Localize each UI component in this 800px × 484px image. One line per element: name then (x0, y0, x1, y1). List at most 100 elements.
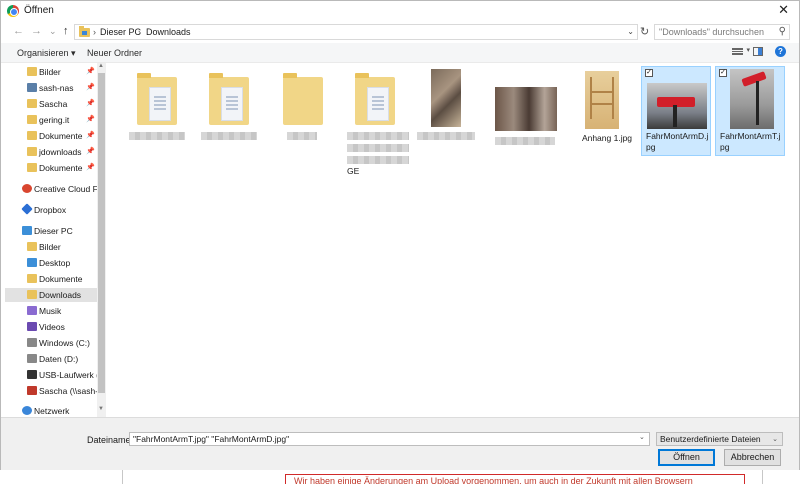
sidebar-item-dropbox[interactable]: Dropbox (5, 203, 97, 217)
sidebar-item-gering-it[interactable]: gering.it 📌 (5, 113, 97, 127)
chrome-icon (7, 5, 19, 17)
breadcrumb-separator: › (93, 27, 96, 37)
sidebar-item-sascha-network[interactable]: Sascha (\\sash-n (5, 384, 97, 398)
sidebar-item-daten-d[interactable]: Daten (D:) (5, 352, 97, 366)
sidebar-item-label: Dieser PC (34, 226, 73, 236)
file-item-folder[interactable] (199, 69, 267, 149)
image-thumbnail (647, 83, 707, 129)
address-bar[interactable]: › Dieser PC › Downloads ⌄ (74, 24, 638, 40)
search-input[interactable]: "Downloads" durchsuchen ⚲ (654, 24, 790, 40)
forward-arrow-icon[interactable]: → (31, 25, 42, 37)
downloads-folder-icon (79, 26, 90, 37)
refresh-icon[interactable]: ↻ (640, 25, 649, 38)
image-thumbnail (730, 69, 774, 129)
help-icon[interactable]: ? (775, 46, 786, 57)
filename-input[interactable]: "FahrMontArmT.jpg" "FahrMontArmD.jpg" (129, 432, 650, 446)
sidebar-item-bilder[interactable]: Bilder (5, 240, 97, 254)
scroll-up-icon[interactable]: ▲ (98, 63, 104, 69)
sidebar-item-downloads[interactable]: Downloads (5, 288, 97, 302)
checkbox-checked-icon[interactable]: ✓ (719, 69, 727, 77)
file-item-folder[interactable] (271, 69, 339, 149)
file-item-fahrmontarmt[interactable]: ✓ FahrMontArmT.jpg (715, 66, 785, 156)
cancel-button[interactable]: Abbrechen (724, 449, 781, 466)
usb-icon (27, 370, 37, 379)
sidebar-item-windows-c[interactable]: Windows (C:) (5, 336, 97, 350)
search-icon[interactable]: ⚲ (779, 26, 786, 37)
sidebar-item-sascha[interactable]: Sascha 📌 (5, 97, 97, 111)
sidebar-item-label: Musik (39, 306, 62, 316)
file-item-fahrmontarmd[interactable]: ✓ FahrMontArmD.jpg (641, 66, 711, 156)
sidebar-item-label: Videos (39, 322, 65, 332)
sidebar-item-jdownloads[interactable]: jdownloads 📌 (5, 145, 97, 159)
file-item-photo[interactable] (487, 69, 557, 149)
sidebar-item-musik[interactable]: Musik (5, 304, 97, 318)
sidebar-item-label: jdownloads (39, 147, 82, 157)
up-arrow-icon[interactable]: ↑ (63, 25, 69, 37)
sidebar-item-label: Bilder (39, 67, 61, 77)
pin-icon: 📌 (86, 148, 95, 155)
sidebar-item-dokumente[interactable]: Dokumente (5, 272, 97, 286)
sidebar-item-netzwerk[interactable]: Netzwerk (5, 404, 97, 417)
checkbox-checked-icon[interactable]: ✓ (645, 69, 653, 77)
sidebar-scrollbar-thumb[interactable] (98, 73, 105, 393)
preview-pane-icon[interactable] (753, 47, 763, 56)
navigation-pane: Bilder 📌 sash-nas 📌 Sascha 📌 gering.it 📌… (5, 63, 107, 417)
file-item-photo[interactable] (415, 69, 483, 149)
new-folder-button[interactable]: Neuer Ordner (87, 48, 142, 58)
window-title: Öffnen (24, 5, 54, 16)
filetype-select[interactable]: Benutzerdefinierte Dateien ⌄ (656, 432, 783, 446)
sidebar-item-dokumente-quick[interactable]: Dokumente 📌 (5, 129, 97, 143)
sidebar-item-usb-laufwerk[interactable]: USB-Laufwerk (E (5, 368, 97, 382)
sidebar-item-label: Sascha (\\sash-n (39, 386, 97, 396)
download-icon (27, 290, 37, 299)
sidebar-item-bilder-quick[interactable]: Bilder 📌 (5, 65, 97, 79)
organize-button[interactable]: Organisieren ▾ (17, 48, 76, 59)
sidebar-item-dieser-pc[interactable]: Dieser PC (5, 224, 97, 238)
file-item-folder[interactable]: GE (343, 69, 411, 177)
toolbar: Organisieren ▾ Neuer Ordner ▾ ? (1, 43, 799, 63)
drive-icon (27, 338, 37, 347)
breadcrumb-dieser-pc[interactable]: Dieser PC (100, 27, 141, 37)
sidebar-item-desktop[interactable]: Desktop (5, 256, 97, 270)
folder-icon (27, 115, 37, 124)
blurred-filename (347, 156, 409, 164)
file-item-anhang[interactable]: Anhang 1.jpg (573, 69, 641, 149)
file-name: GE (347, 166, 360, 176)
sidebar-item-label: Windows (C:) (39, 338, 91, 348)
sidebar-item-videos[interactable]: Videos (5, 320, 97, 334)
close-button[interactable]: ✕ (778, 3, 789, 17)
sidebar-item-label: Desktop (39, 258, 71, 268)
video-icon (27, 322, 37, 331)
breadcrumb-separator: › (138, 27, 141, 37)
filetype-value: Benutzerdefinierte Dateien (660, 434, 761, 444)
file-name: Anhang 1.jpg (581, 133, 633, 143)
file-item-folder[interactable] (127, 69, 195, 149)
chevron-down-icon[interactable]: ⌄ (627, 27, 634, 36)
open-button[interactable]: Öffnen (658, 449, 715, 466)
upload-notice: Wir haben einige Änderungen am Upload vo… (285, 474, 745, 484)
blurred-filename (201, 132, 257, 140)
scroll-down-icon[interactable]: ▼ (98, 406, 104, 412)
sidebar-item-creative-cloud[interactable]: Creative Cloud Fil (5, 182, 97, 196)
breadcrumb-downloads[interactable]: Downloads (146, 27, 191, 37)
chevron-down-icon[interactable]: ⌄ (639, 433, 645, 441)
sidebar-item-dokumente-2[interactable]: Dokumente 📌 (5, 161, 97, 175)
recent-locations-icon[interactable]: ⌄ (49, 25, 57, 37)
chevron-down-icon[interactable]: ▾ (746, 46, 750, 54)
folder-thumbnail-icon (283, 73, 323, 125)
image-thumbnail (431, 69, 461, 127)
pin-icon: 📌 (86, 100, 95, 107)
sidebar-item-label: Dropbox (34, 205, 67, 215)
sidebar-item-label: gering.it (39, 115, 70, 125)
sidebar-item-sash-nas[interactable]: sash-nas 📌 (5, 81, 97, 95)
sidebar-item-label: Dokumente (39, 131, 83, 141)
sidebar-item-label: Creative Cloud Fil (34, 184, 97, 194)
network-drive-icon (27, 386, 37, 395)
back-arrow-icon[interactable]: ← (13, 25, 24, 37)
folder-icon (27, 147, 37, 156)
view-options-icon[interactable] (732, 48, 743, 55)
image-thumbnail (495, 87, 557, 131)
pin-icon: 📌 (86, 164, 95, 171)
divider (122, 470, 123, 484)
pin-icon: 📌 (86, 68, 95, 75)
